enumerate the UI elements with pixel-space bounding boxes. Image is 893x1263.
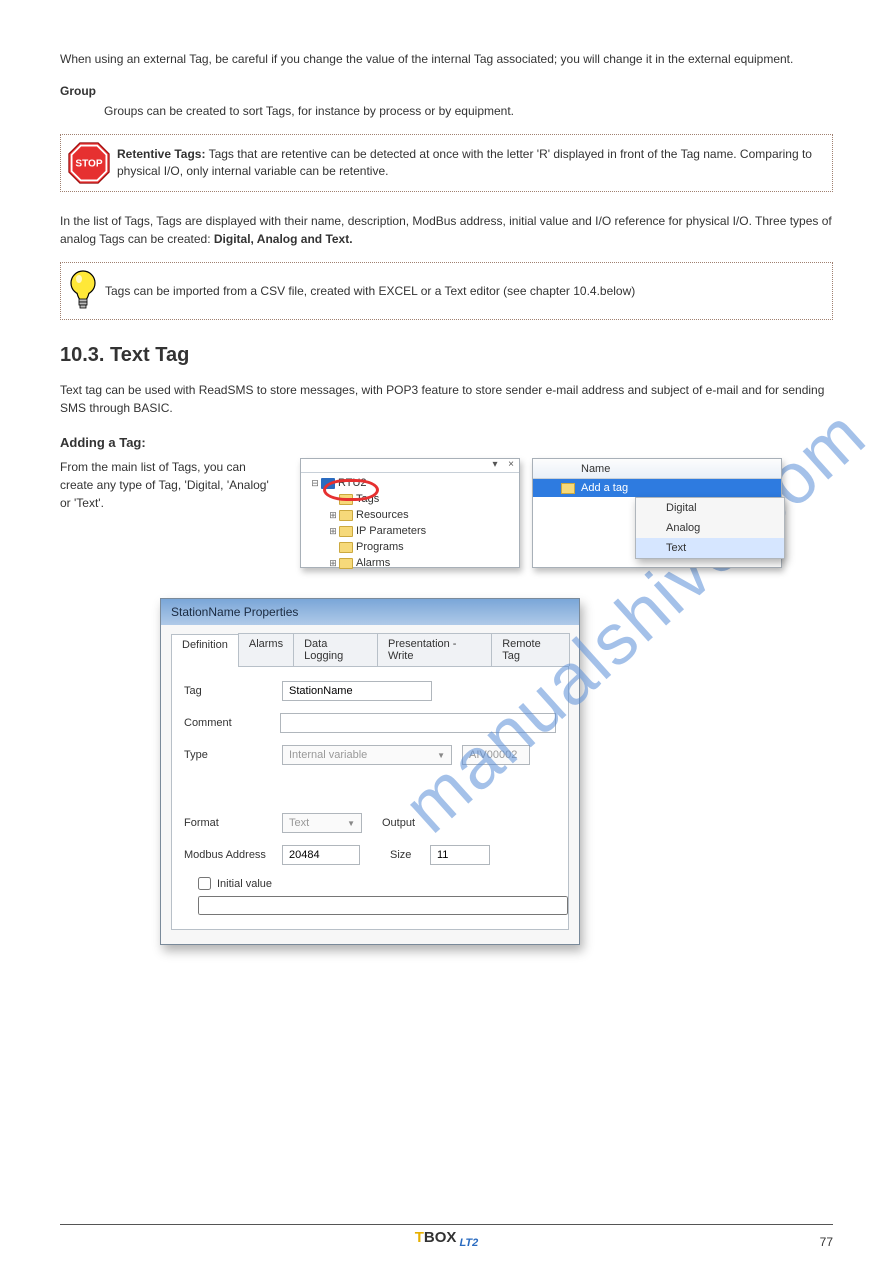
footer-rule: [60, 1224, 833, 1225]
svg-text:STOP: STOP: [75, 159, 103, 170]
tree-item-alarms[interactable]: ⊞ Alarms: [305, 555, 515, 571]
dialog-title: StationName Properties: [161, 599, 579, 625]
name-list-panel: Name Add a tag Digital Analog Text: [532, 458, 782, 568]
stop-icon: STOP: [67, 141, 111, 185]
tag-list-paragraph: In the list of Tags, Tags are displayed …: [60, 212, 833, 248]
tip-callout-text: Tags can be imported from a CSV file, cr…: [105, 283, 826, 300]
tree-titlebar: ▾ ×: [301, 459, 519, 473]
input-type-code: [462, 745, 530, 765]
context-menu-text[interactable]: Text: [636, 538, 784, 558]
input-comment[interactable]: [280, 713, 556, 733]
tree-view-panel: ▾ × ⊟ RTU2 Tags ⊞ Resources: [300, 458, 520, 568]
add-tag-description: From the main list of Tags, you can crea…: [60, 458, 280, 568]
expander-icon[interactable]: ⊞: [327, 558, 339, 569]
combo-format: Text ▼: [282, 813, 362, 833]
properties-dialog: StationName Properties Definition Alarms…: [160, 598, 580, 945]
list-row-label: Add a tag: [581, 482, 628, 494]
group-heading: Group: [60, 82, 833, 100]
label-tag: Tag: [184, 685, 282, 697]
label-format: Format: [184, 817, 282, 829]
tree-item-ip-parameters[interactable]: ⊞ IP Parameters: [305, 523, 515, 539]
tree-item-label: IP Parameters: [356, 525, 426, 537]
tab-alarms[interactable]: Alarms: [238, 633, 294, 666]
folder-icon: [339, 526, 353, 537]
folder-icon: [339, 558, 353, 569]
input-initial-value: [198, 896, 568, 915]
tip-callout: Tags can be imported from a CSV file, cr…: [60, 262, 833, 320]
tree-dropdown-icon[interactable]: ▾: [487, 459, 503, 472]
label-type: Type: [184, 749, 282, 761]
tab-remote-tag[interactable]: Remote Tag: [491, 633, 570, 666]
tree-item-resources[interactable]: ⊞ Resources: [305, 507, 515, 523]
label-size: Size: [390, 849, 430, 861]
adding-tag-subtitle: Adding a Tag:: [60, 435, 833, 450]
stop-callout: STOP Retentive Tags: Tags that are reten…: [60, 134, 833, 192]
tree-item-tags[interactable]: Tags: [305, 491, 515, 507]
group-paragraph: Groups can be created to sort Tags, for …: [104, 102, 833, 120]
tree-item-label: Resources: [356, 509, 409, 521]
tree-item-programs[interactable]: Programs: [305, 539, 515, 555]
combo-type-value: Internal variable: [289, 749, 367, 761]
combo-format-value: Text: [289, 817, 309, 829]
combo-type: Internal variable ▼: [282, 745, 452, 765]
label-comment: Comment: [184, 717, 280, 729]
tab-presentation-write[interactable]: Presentation - Write: [377, 633, 492, 666]
expander-icon[interactable]: ⊞: [327, 510, 339, 521]
tab-data-logging[interactable]: Data Logging: [293, 633, 378, 666]
folder-icon: [339, 510, 353, 521]
tree-root-label: RTU2: [338, 477, 367, 489]
page-number: 77: [820, 1235, 833, 1249]
context-menu: Digital Analog Text: [635, 497, 785, 559]
tree-item-label: Tags: [356, 493, 379, 505]
item-icon: [561, 483, 575, 494]
folder-icon: [339, 494, 353, 505]
text-tag-paragraph: Text tag can be used with ReadSMS to sto…: [60, 381, 833, 417]
label-modbus: Modbus Address: [184, 849, 282, 861]
input-size[interactable]: [430, 845, 490, 865]
tree-item-label: Programs: [356, 541, 404, 553]
input-modbus[interactable]: [282, 845, 360, 865]
list-row-add-tag[interactable]: Add a tag: [533, 479, 781, 497]
stop-callout-title: Retentive Tags:: [117, 147, 205, 161]
chevron-down-icon: ▼: [347, 819, 355, 828]
input-tag[interactable]: [282, 681, 432, 701]
chevron-down-icon: ▼: [437, 751, 445, 760]
context-menu-analog[interactable]: Analog: [636, 518, 784, 538]
dialog-tabs: Definition Alarms Data Logging Presentat…: [171, 633, 569, 667]
expander-icon[interactable]: ⊞: [327, 526, 339, 537]
context-menu-digital[interactable]: Digital: [636, 498, 784, 518]
intro-paragraph: When using an external Tag, be careful i…: [60, 50, 833, 68]
tree-root[interactable]: ⊟ RTU2: [305, 475, 515, 491]
label-output: Output: [382, 817, 415, 829]
app-icon: [321, 478, 335, 489]
stop-callout-text: Tags that are retentive can be detected …: [117, 147, 812, 178]
tree-close-icon[interactable]: ×: [503, 459, 519, 472]
bulb-icon: [67, 269, 99, 313]
section-title: 10.3. Text Tag: [60, 344, 833, 367]
tab-definition[interactable]: Definition: [171, 634, 239, 667]
tree-item-label: Alarms: [356, 557, 390, 569]
checkbox-initial-value[interactable]: [198, 877, 211, 890]
folder-icon: [339, 542, 353, 553]
footer-logo: TBOX LT2: [0, 1229, 893, 1249]
label-initial-value: Initial value: [217, 878, 272, 890]
list-column-header[interactable]: Name: [533, 459, 781, 479]
expander-icon[interactable]: ⊟: [309, 478, 321, 489]
